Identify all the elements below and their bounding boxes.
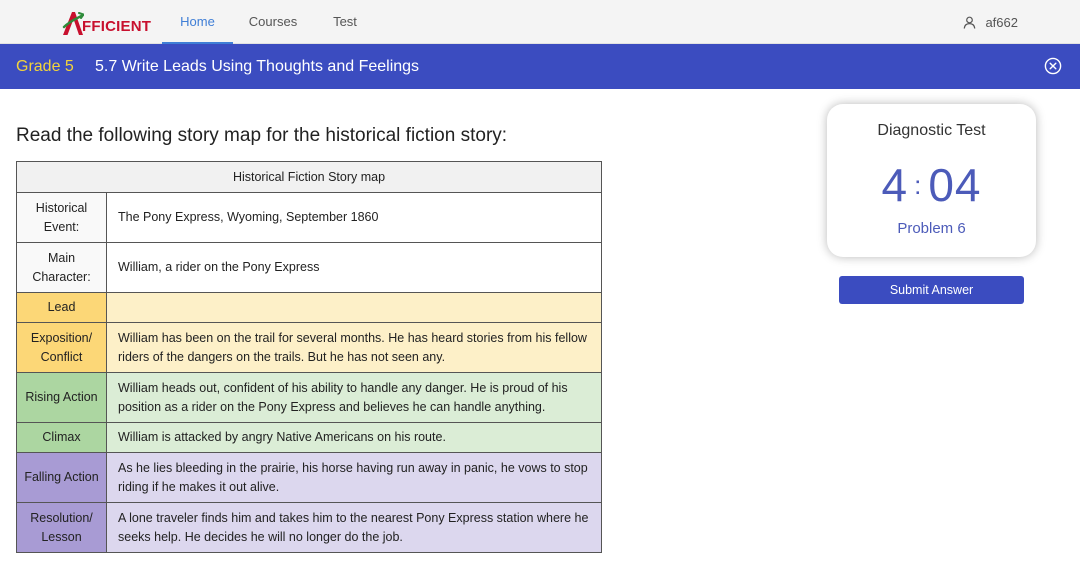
tab-home[interactable]: Home	[162, 0, 233, 44]
lesson-header: Grade 5 5.7 Write Leads Using Thoughts a…	[0, 44, 1080, 89]
problem-number: Problem 6	[897, 220, 966, 237]
test-title: Diagnostic Test	[877, 122, 986, 139]
close-icon[interactable]	[1044, 57, 1062, 75]
table-row: Rising Action William heads out, confide…	[16, 372, 602, 423]
table-row: Lead	[16, 292, 602, 323]
table-row: Historical Event: The Pony Express, Wyom…	[16, 192, 602, 243]
row-label: Falling Action	[16, 452, 107, 503]
table-row: Falling Action As he lies bleeding in th…	[16, 452, 602, 503]
row-value: William is attacked by angry Native Amer…	[106, 422, 602, 453]
lesson-title: 5.7 Write Leads Using Thoughts and Feeli…	[95, 58, 420, 75]
row-label: Climax	[16, 422, 107, 453]
top-navigation: FFICIENT Home Courses Test af662	[0, 0, 1080, 44]
timer-minutes: 4	[881, 159, 909, 211]
timer-seconds: 04	[928, 159, 982, 211]
user-icon	[964, 16, 976, 29]
table-row: Exposition/ Conflict William has been on…	[16, 322, 602, 373]
row-value: A lone traveler finds him and takes him …	[106, 502, 602, 553]
story-map-title: Historical Fiction Story map	[16, 161, 602, 193]
row-value: The Pony Express, Wyoming, September 186…	[106, 192, 602, 243]
row-label: Resolution/ Lesson	[16, 502, 107, 553]
afficient-logo[interactable]: FFICIENT	[62, 9, 151, 37]
logo-text: FFICIENT	[82, 18, 152, 35]
tab-courses[interactable]: Courses	[240, 0, 306, 44]
row-label: Exposition/ Conflict	[16, 322, 107, 373]
grade-label: Grade 5	[16, 58, 74, 75]
afficient-logo-icon	[62, 12, 84, 35]
row-label: Main Character:	[16, 242, 107, 293]
row-label: Historical Event:	[16, 192, 107, 243]
user-menu[interactable]: af662	[963, 0, 1018, 44]
row-value: William, a rider on the Pony Express	[106, 242, 602, 293]
question-prompt: Read the following story map for the his…	[16, 125, 508, 146]
tab-test[interactable]: Test	[322, 0, 368, 44]
table-row: Resolution/ Lesson A lone traveler finds…	[16, 502, 602, 553]
timer-separator: :	[914, 169, 923, 200]
row-label: Lead	[16, 292, 107, 323]
row-label: Rising Action	[16, 372, 107, 423]
story-map-table: Historical Fiction Story map Historical …	[16, 161, 602, 553]
lead-value-blank	[106, 292, 602, 323]
submit-answer-button[interactable]: Submit Answer	[839, 276, 1024, 304]
table-row: Climax William is attacked by angry Nati…	[16, 422, 602, 453]
diagnostic-test-card: Diagnostic Test 4:04 Problem 6	[827, 104, 1036, 257]
row-value: William heads out, confident of his abil…	[106, 372, 602, 423]
row-value: William has been on the trail for severa…	[106, 322, 602, 373]
table-row: Main Character: William, a rider on the …	[16, 242, 602, 293]
username: af662	[985, 14, 1018, 30]
countdown-timer: 4:04	[827, 158, 1036, 216]
row-value: As he lies bleeding in the prairie, his …	[106, 452, 602, 503]
